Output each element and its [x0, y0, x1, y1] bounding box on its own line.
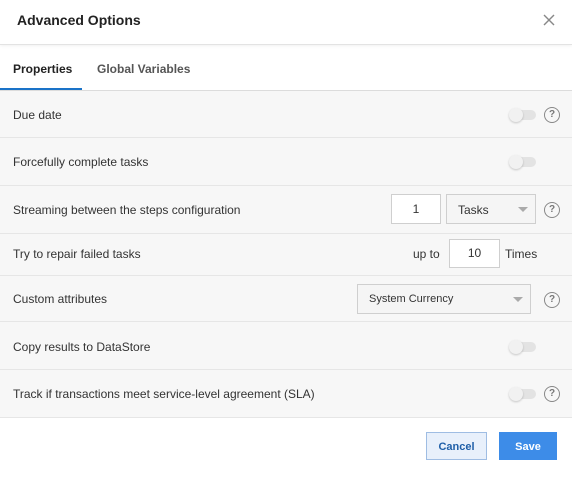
row-custom-attributes: Custom attributes System Currency ? [0, 276, 572, 322]
streaming-unit-select[interactable]: Tasks [446, 194, 536, 224]
tab-bar: Properties Global Variables [0, 46, 572, 91]
sla-toggle[interactable] [509, 387, 536, 401]
copy-results-toggle[interactable] [509, 340, 536, 354]
close-icon[interactable] [540, 11, 558, 29]
repair-suffix: Times [505, 247, 538, 261]
cancel-button[interactable]: Cancel [426, 432, 487, 460]
help-icon[interactable]: ? [544, 386, 560, 402]
chevron-down-icon [518, 207, 528, 212]
repair-count-input[interactable]: 10 [449, 239, 500, 268]
toggle-knob [509, 340, 523, 354]
row-streaming: Streaming between the steps configuratio… [0, 186, 572, 234]
custom-attributes-select[interactable]: System Currency [357, 284, 531, 314]
toggle-knob [509, 108, 523, 122]
repair-prefix: up to [413, 247, 440, 261]
custom-attributes-value: System Currency [369, 293, 454, 305]
save-button[interactable]: Save [499, 432, 557, 460]
active-tab-indicator [0, 88, 82, 90]
row-sla: Track if transactions meet service-level… [0, 370, 572, 418]
toggle-knob [509, 155, 523, 169]
dialog-header: Advanced Options [0, 0, 572, 45]
tab-properties[interactable]: Properties [13, 46, 72, 90]
repair-label: Try to repair failed tasks [13, 247, 141, 261]
toggle-knob [509, 387, 523, 401]
streaming-label: Streaming between the steps configuratio… [13, 203, 241, 217]
force-complete-label: Forcefully complete tasks [13, 155, 149, 169]
help-icon[interactable]: ? [544, 292, 560, 308]
due-date-toggle[interactable] [509, 108, 536, 122]
sla-label: Track if transactions meet service-level… [13, 387, 315, 401]
help-icon[interactable]: ? [544, 202, 560, 218]
row-force-complete: Forcefully complete tasks [0, 138, 572, 186]
tab-global-variables[interactable]: Global Variables [97, 46, 190, 90]
advanced-options-dialog: Advanced Options Properties Global Varia… [0, 0, 572, 485]
force-complete-toggle[interactable] [509, 155, 536, 169]
options-list: Due date ? Forcefully complete tasks Str… [0, 91, 572, 418]
streaming-count-input[interactable]: 1 [391, 194, 441, 224]
copy-results-label: Copy results to DataStore [13, 340, 151, 354]
row-repair: Try to repair failed tasks up to 10 Time… [0, 234, 572, 276]
custom-attributes-label: Custom attributes [13, 292, 108, 306]
dialog-title: Advanced Options [17, 12, 141, 28]
streaming-unit-value: Tasks [458, 203, 489, 217]
due-date-label: Due date [13, 108, 62, 122]
help-icon[interactable]: ? [544, 107, 560, 123]
row-copy-results: Copy results to DataStore [0, 322, 572, 370]
row-due-date: Due date ? [0, 91, 572, 138]
chevron-down-icon [513, 297, 523, 302]
